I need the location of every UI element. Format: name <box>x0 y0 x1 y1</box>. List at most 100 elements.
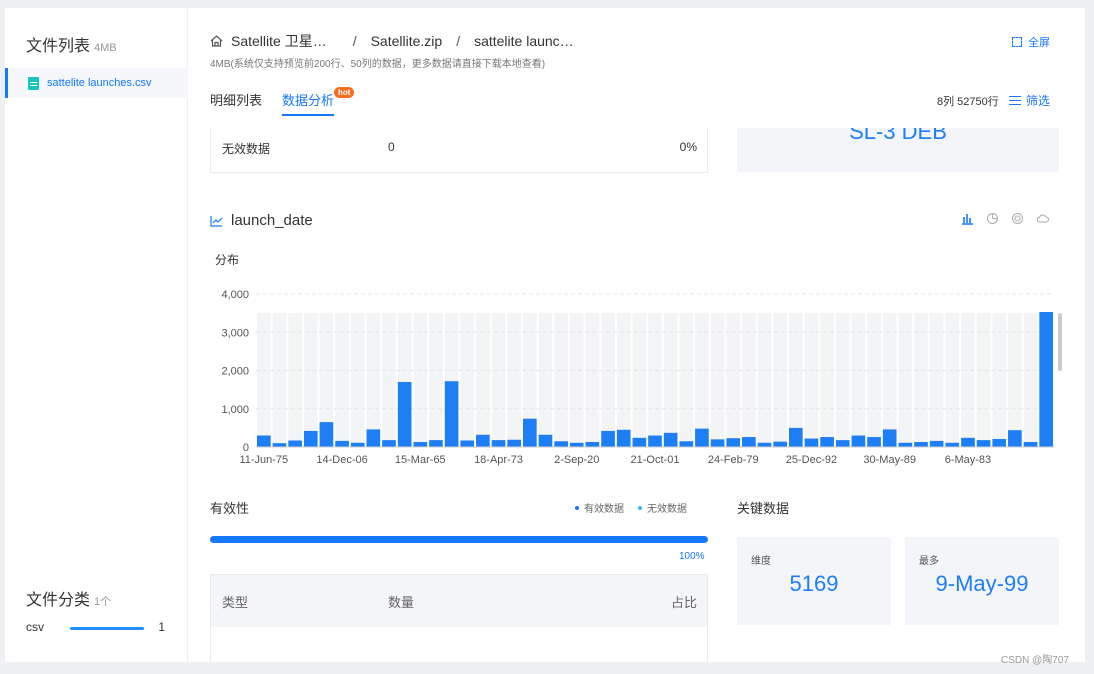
y-tick-label: 3,000 <box>221 327 249 339</box>
column-section-title: launch_date <box>210 212 313 229</box>
y-tick-label: 0 <box>243 442 249 454</box>
category-label: csv <box>26 620 44 634</box>
tab-label: 数据分析 <box>282 93 335 108</box>
bar-background <box>663 313 678 447</box>
bar <box>882 429 897 447</box>
sidebar-file-item[interactable]: sattelite launches.csv <box>5 68 188 98</box>
bar <box>773 441 787 447</box>
sidebar-title-text: 文件列表 <box>26 38 91 55</box>
bar-background <box>835 313 850 447</box>
bar-background <box>429 313 443 447</box>
y-tick-label: 1,000 <box>221 404 249 416</box>
bar <box>460 440 475 447</box>
validity-progress-bar <box>210 536 708 543</box>
x-tick-label: 6-May-83 <box>945 454 991 466</box>
validity-title: 有效性 <box>210 501 250 516</box>
bar-background <box>961 313 975 447</box>
bar-background <box>882 313 897 447</box>
category-row-csv[interactable]: csv 1 <box>26 620 171 636</box>
tab-bar: 明细列表 数据分析 hot <box>210 87 355 116</box>
bar <box>835 440 850 447</box>
bar <box>350 442 365 447</box>
bar-background <box>1008 313 1022 447</box>
breadcrumb: Satellite 卫星… / Satellite.zip / sattelit… <box>210 32 574 50</box>
bar <box>961 437 975 447</box>
tab-detail-list[interactable]: 明细列表 <box>210 90 262 116</box>
legend-dot <box>638 505 642 510</box>
invalid-count: 0 <box>388 140 395 154</box>
list-filter-icon <box>1009 96 1021 105</box>
csv-file-icon <box>28 76 39 90</box>
app-frame: 文件列表 4MB sattelite launches.csv 文件分类 1个 cs… <box>5 8 1085 662</box>
invalid-data-row: 无效数据 0 0% <box>210 128 708 173</box>
legend-dot <box>575 505 579 510</box>
launch-date-bar-chart: 0 1,000 2,000 3,000 4,000 11-Jun-75 14-Dec-06 1… <box>221 289 1054 466</box>
bar-background <box>679 313 694 447</box>
bar <box>319 422 334 447</box>
breadcrumb-item-file[interactable]: sattelite launc… <box>474 33 574 49</box>
bar <box>429 440 443 447</box>
scrollbar-thumb[interactable] <box>1058 313 1062 371</box>
bar-background <box>476 313 490 447</box>
legend-invalid: 无效数据 <box>638 500 687 515</box>
distribution-label: 分布 <box>215 253 240 267</box>
bar <box>554 441 568 447</box>
sidebar-title: 文件列表 4MB <box>26 32 117 56</box>
bar-background <box>538 313 553 447</box>
x-tick-label: 18-Apr-73 <box>474 454 523 466</box>
donut-chart-icon[interactable] <box>1011 212 1024 225</box>
bar <box>616 429 631 447</box>
bar-background <box>898 313 913 447</box>
bar <box>382 440 396 447</box>
bar-background <box>757 313 772 447</box>
bar-background <box>820 313 834 447</box>
bar-background <box>382 313 396 447</box>
tab-data-analysis[interactable]: 数据分析 hot <box>282 87 355 116</box>
cloud-chart-icon[interactable] <box>1036 212 1049 225</box>
bar-background <box>303 313 318 447</box>
filter-button[interactable]: 筛选 <box>1009 92 1050 109</box>
validity-table: 类型 数量 占比 <box>210 574 708 662</box>
key-card-label: 最多 <box>919 556 939 567</box>
pie-chart-icon[interactable] <box>986 212 999 225</box>
breadcrumb-item-dataset[interactable]: Satellite 卫星… <box>231 31 327 51</box>
fullscreen-button[interactable]: 全屏 <box>1012 34 1050 50</box>
bar <box>1039 311 1053 447</box>
key-card-value: 9-May-99 <box>935 571 1029 596</box>
bar-background <box>491 313 506 447</box>
bar-background <box>773 313 787 447</box>
key-card-label: 维度 <box>751 556 771 567</box>
bar <box>789 427 803 447</box>
bar <box>648 435 662 447</box>
key-data-title: 关键数据 <box>737 501 790 516</box>
tab-label: 明细列表 <box>210 93 263 108</box>
bar-background <box>867 313 881 447</box>
bar <box>397 381 412 447</box>
bar <box>757 442 772 447</box>
bar-background <box>460 313 475 447</box>
bar-background <box>945 313 960 447</box>
bar <box>601 430 615 447</box>
y-tick-label: 4,000 <box>221 289 249 301</box>
hot-badge: hot <box>334 87 355 98</box>
bar <box>413 442 428 447</box>
bar-background <box>569 313 584 447</box>
x-tick-label: 11-Jun-75 <box>239 454 288 466</box>
line-chart-icon <box>210 215 223 227</box>
breadcrumb-item-zip[interactable]: Satellite.zip <box>371 33 443 49</box>
x-tick-label: 25-Dec-92 <box>786 454 837 466</box>
home-icon[interactable] <box>210 35 223 47</box>
bar <box>335 440 349 447</box>
bar-background <box>710 313 725 447</box>
bar-chart-icon[interactable] <box>961 212 974 225</box>
bar-background <box>726 313 741 447</box>
bar <box>585 442 600 447</box>
validity-table-header: 类型 数量 占比 <box>211 575 707 627</box>
x-tick-label: 21-Oct-01 <box>631 454 680 466</box>
bar <box>976 440 991 447</box>
bar <box>507 439 521 447</box>
category-count: 1个 <box>94 596 112 608</box>
bar <box>444 381 459 447</box>
bar <box>851 435 866 447</box>
y-tick-label: 2,000 <box>221 366 249 378</box>
